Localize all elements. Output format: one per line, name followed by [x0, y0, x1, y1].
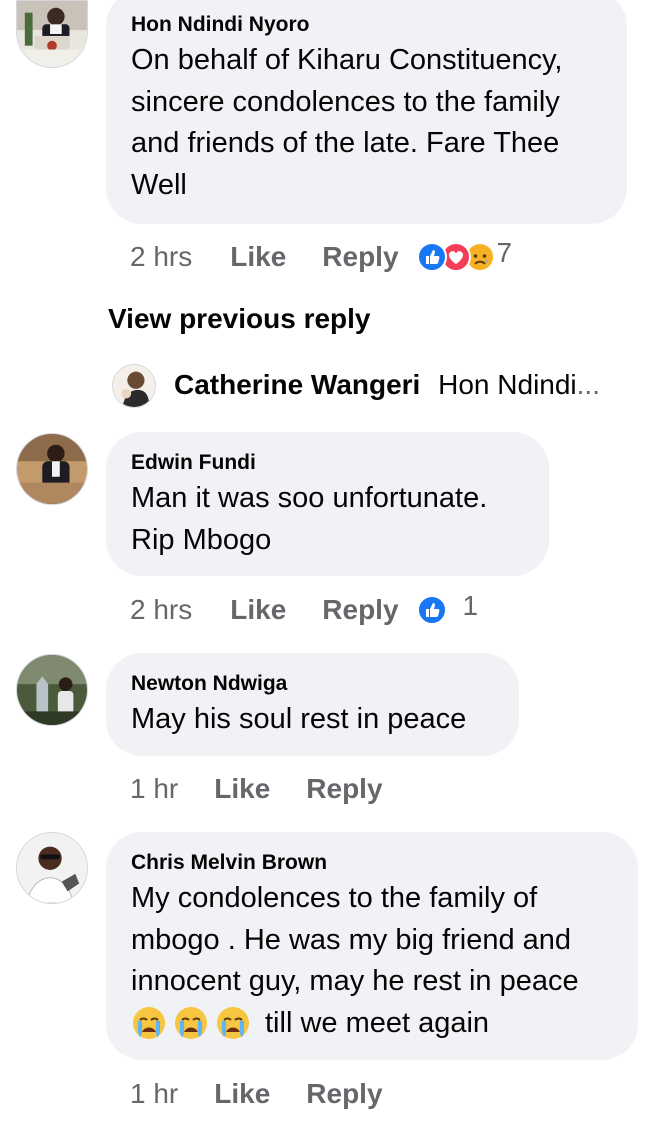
like-reaction-icon: [416, 595, 447, 625]
avatar-photo: [17, 655, 87, 725]
comment-author[interactable]: Hon Ndindi Nyoro: [131, 13, 309, 37]
comment-actions: 2 hrs Like Reply 7: [130, 237, 513, 277]
like-button[interactable]: Like: [230, 241, 286, 273]
reply-button[interactable]: Reply: [322, 594, 398, 626]
comment-text-line: till we meet again: [265, 1006, 490, 1039]
comment-actions: 1 hr Like Reply: [130, 769, 383, 809]
comment-text-line: My condolences to the family of: [131, 882, 538, 914]
comment-author[interactable]: Chris Melvin Brown: [131, 851, 327, 875]
comment-text: My condolences to the family of mbogo . …: [131, 878, 579, 1044]
comment-text: Man it was soo unfortunate. Rip Mbogo: [131, 478, 487, 561]
avatar-newton-ndwiga[interactable]: [16, 654, 88, 726]
like-button[interactable]: Like: [214, 773, 270, 805]
comment-author[interactable]: Edwin Fundi: [131, 451, 256, 475]
comment-text-line: May his soul rest in peace: [131, 703, 467, 735]
crying-face-icon: [215, 1005, 251, 1041]
reply-button[interactable]: Reply: [306, 1078, 382, 1110]
comment-text: May his soul rest in peace: [131, 699, 466, 741]
avatar-photo: [17, 434, 87, 504]
comment-timestamp[interactable]: 2 hrs: [130, 594, 192, 626]
comment-text: On behalf of Kiharu Constituency, sincer…: [131, 40, 563, 206]
avatar-photo: [113, 365, 155, 407]
comment-author[interactable]: Newton Ndwiga: [131, 672, 287, 696]
reply-preview: Hon Ndindi: [438, 369, 577, 400]
comment-text-line: On behalf of Kiharu Constituency,: [131, 44, 563, 76]
comment-timestamp[interactable]: 2 hrs: [130, 241, 192, 273]
comment-bubble: Edwin Fundi Man it was soo unfortunate. …: [106, 432, 549, 576]
crying-face-icon: [173, 1005, 209, 1041]
comment-text-line: Rip Mbogo: [131, 523, 272, 556]
comment-text-line: Man it was soo unfortunate.: [131, 482, 488, 514]
reaction-count: 1: [462, 590, 479, 621]
reaction-summary[interactable]: 1: [416, 590, 478, 625]
comment-timestamp[interactable]: 1 hr: [130, 1078, 178, 1110]
like-button[interactable]: Like: [230, 594, 286, 626]
comment-text-line: sincere condolences to the family: [131, 85, 560, 118]
reply-author[interactable]: Catherine Wangeri: [174, 369, 420, 400]
comment-actions: 1 hr Like Reply: [130, 1074, 383, 1114]
comment-actions: 2 hrs Like Reply 1: [130, 590, 478, 630]
comment-text-line: mbogo . He was my big friend and: [131, 923, 572, 956]
comment-text-line: Well: [131, 168, 187, 201]
avatar-photo: [17, 1, 87, 67]
comment-bubble: Hon Ndindi Nyoro On behalf of Kiharu Con…: [106, 0, 627, 224]
comment-timestamp[interactable]: 1 hr: [130, 773, 178, 805]
like-reaction-icon: [416, 242, 447, 272]
reply-ellipsis: ...: [576, 369, 600, 400]
avatar-edwin-fundi[interactable]: [16, 433, 88, 505]
comment-text-line: and friends of the late. Fare Thee: [131, 127, 560, 159]
collapsed-reply[interactable]: Catherine Wangeri Hon Ndindi...: [174, 369, 600, 401]
comment-text-line: innocent guy, may he rest in peace: [131, 965, 579, 997]
reaction-count: 7: [496, 237, 513, 268]
avatar-catherine-wangeri[interactable]: [112, 364, 156, 408]
view-previous-reply-link[interactable]: View previous reply: [108, 303, 371, 335]
avatar-chris-melvin-brown[interactable]: [16, 832, 88, 904]
like-button[interactable]: Like: [214, 1078, 270, 1110]
comment-emoji-line: till we meet again: [131, 1003, 579, 1045]
avatar-hon-ndindi-nyoro[interactable]: [16, 0, 88, 68]
comment-bubble: Newton Ndwiga May his soul rest in peace: [106, 653, 519, 756]
crying-face-icon: [131, 1005, 167, 1041]
comment-bubble: Chris Melvin Brown My condolences to the…: [106, 832, 638, 1060]
reaction-summary[interactable]: 7: [416, 237, 513, 272]
reply-button[interactable]: Reply: [322, 241, 398, 273]
reply-button[interactable]: Reply: [306, 773, 382, 805]
avatar-photo: [17, 833, 87, 903]
